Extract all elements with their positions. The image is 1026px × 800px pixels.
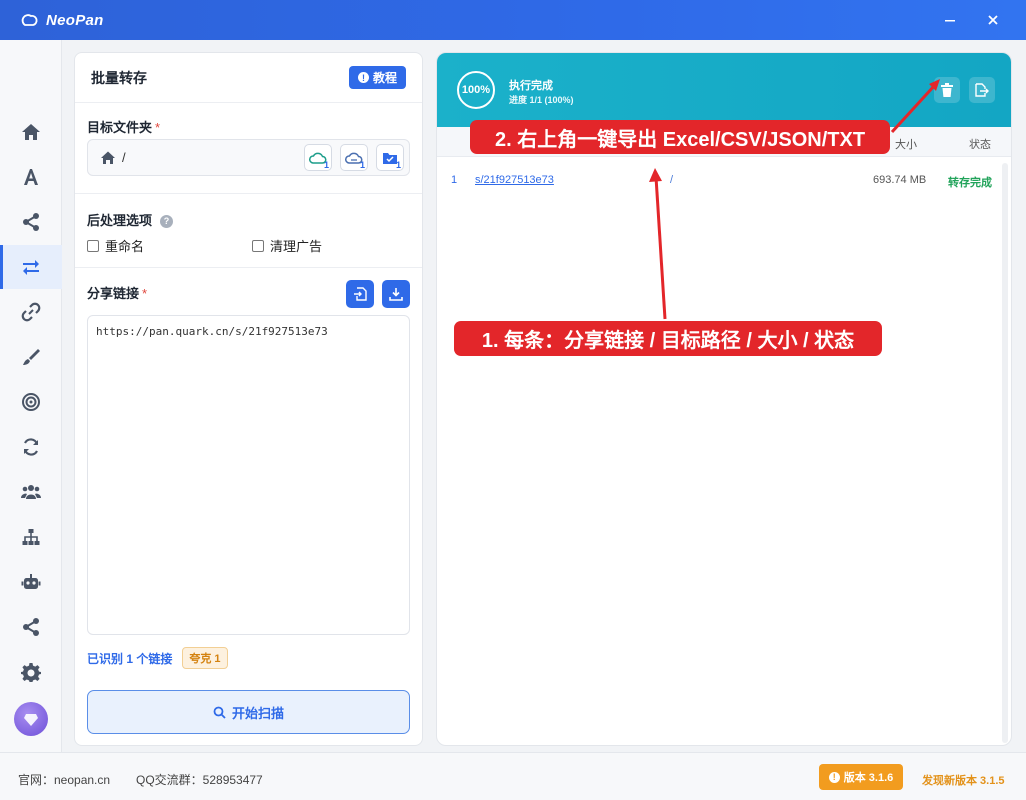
trash-icon	[941, 83, 953, 97]
results-panel: 100% 执行完成 进度 1/1 (100%) 大小 状态 1 s/21f927…	[436, 52, 1012, 746]
new-version-link[interactable]: 发现新版本 3.1.5	[922, 772, 1005, 788]
row-index: 1	[451, 174, 458, 186]
post-options-label: 后处理选项?	[87, 210, 174, 229]
results-header: 100% 执行完成 进度 1/1 (100%)	[437, 53, 1011, 127]
quark-tag: 夸克 1	[182, 647, 228, 669]
import-file-button[interactable]	[346, 280, 374, 308]
start-scan-button[interactable]: 开始扫描	[87, 690, 410, 734]
brush-icon	[23, 349, 40, 365]
sidebar-item-clean[interactable]	[0, 335, 62, 379]
batch-transfer-panel: 批量转存 ! 教程 目标文件夹 * / 1 1 1 后处理选项? 重命名 清理广…	[74, 52, 423, 746]
info-icon: !	[357, 72, 369, 83]
sidebar-item-share-alt[interactable]	[0, 605, 62, 649]
divider	[75, 267, 422, 268]
font-icon	[24, 169, 38, 185]
target-folder-field[interactable]: / 1 1 1	[87, 139, 410, 176]
column-size: 大小	[895, 139, 917, 151]
clean-ads-checkbox[interactable]: 清理广告	[252, 236, 322, 255]
panel-header: 批量转存 ! 教程	[75, 53, 422, 103]
clear-button[interactable]	[934, 77, 960, 103]
share-icon	[23, 213, 39, 231]
qq-group-text: QQ交流群：528953477	[136, 773, 263, 787]
file-import-icon	[354, 287, 367, 301]
share-link-label: 分享链接 *	[87, 286, 148, 301]
share-alt-icon	[23, 618, 39, 636]
checkbox-box[interactable]	[87, 239, 99, 252]
row-share-link[interactable]: s/21f927513e73	[475, 174, 554, 186]
panel-title: 批量转存	[91, 69, 147, 86]
info-icon: !	[828, 771, 840, 783]
row-target-path: /	[670, 174, 674, 186]
progress-text: 进度 1/1 (100%)	[509, 95, 574, 105]
sidebar-item-link[interactable]	[0, 290, 62, 334]
website-link[interactable]: 官网：neopan.cn	[18, 771, 110, 788]
home-icon	[22, 124, 40, 140]
gear-icon	[21, 663, 41, 682]
export-icon	[975, 83, 989, 97]
target-icon	[22, 393, 40, 411]
title-bar: NeoPan	[0, 0, 1026, 40]
transfer-icon	[23, 260, 39, 275]
sidebar-item-target[interactable]	[0, 380, 62, 424]
help-icon[interactable]: ?	[160, 214, 174, 228]
sidebar-item-users[interactable]	[0, 470, 62, 514]
users-icon	[21, 485, 41, 499]
fields-callout: 1. 每条：分享链接 / 目标路径 / 大小 / 状态	[454, 321, 882, 356]
table-row: 1 s/21f927513e73 / 693.74 MB 转存完成	[437, 168, 1011, 192]
version-button[interactable]: ! 版本 3.1.6	[819, 764, 903, 790]
checkbox-box[interactable]	[252, 239, 264, 252]
sidebar-item-share[interactable]	[0, 200, 62, 244]
home-icon	[101, 151, 115, 164]
rename-checkbox[interactable]: 重命名	[87, 236, 144, 255]
tutorial-button[interactable]: ! 教程	[348, 66, 406, 89]
search-icon	[213, 706, 226, 719]
cloud-logo-icon	[20, 10, 40, 30]
sidebar-item-sync[interactable]	[0, 425, 62, 469]
sidebar-item-font[interactable]	[0, 155, 62, 199]
row-size: 693.74 MB	[873, 174, 927, 186]
robot-icon	[21, 574, 41, 589]
recognized-count: 已识别 1 个链接 夸克 1	[87, 647, 228, 669]
divider	[75, 193, 422, 194]
target-folder-label: 目标文件夹 *	[87, 120, 161, 135]
close-icon	[988, 15, 998, 25]
sidebar-nav	[0, 40, 62, 752]
export-callout: 2. 右上角一键导出 Excel/CSV/JSON/TXT	[470, 120, 890, 154]
share-link-textarea[interactable]: https://pan.quark.cn/s/21f927513e73	[87, 315, 410, 635]
folder-path: /	[122, 150, 126, 165]
status-text: 执行完成	[509, 80, 553, 92]
sidebar-item-sitemap[interactable]	[0, 515, 62, 559]
download-icon	[389, 288, 403, 301]
folder-picker-button[interactable]: 1	[376, 144, 404, 171]
tutorial-label: 教程	[372, 71, 397, 85]
export-button[interactable]	[969, 77, 995, 103]
link-icon	[21, 302, 41, 322]
sidebar-item-transfer[interactable]	[0, 245, 62, 289]
close-button[interactable]	[980, 8, 1006, 32]
sidebar-item-home[interactable]	[0, 110, 62, 154]
refresh-icon	[23, 438, 39, 456]
avatar[interactable]	[14, 702, 48, 736]
row-status: 转存完成	[948, 177, 992, 189]
scrollbar[interactable]	[1002, 163, 1008, 743]
cloud-folder-button[interactable]: 1	[304, 144, 332, 171]
sitemap-icon	[22, 529, 40, 545]
minimize-button[interactable]	[937, 8, 963, 32]
sidebar-item-settings[interactable]	[0, 650, 62, 694]
column-status: 状态	[969, 139, 991, 151]
app-title: NeoPan	[46, 11, 104, 29]
gem-icon	[24, 714, 38, 726]
share-link-text: https://pan.quark.cn/s/21f927513e73	[96, 325, 328, 338]
sidebar-item-robot[interactable]	[0, 560, 62, 604]
download-button[interactable]	[382, 280, 410, 308]
progress-ring: 100%	[457, 71, 495, 109]
cloud-alt-folder-button[interactable]: 1	[340, 144, 368, 171]
